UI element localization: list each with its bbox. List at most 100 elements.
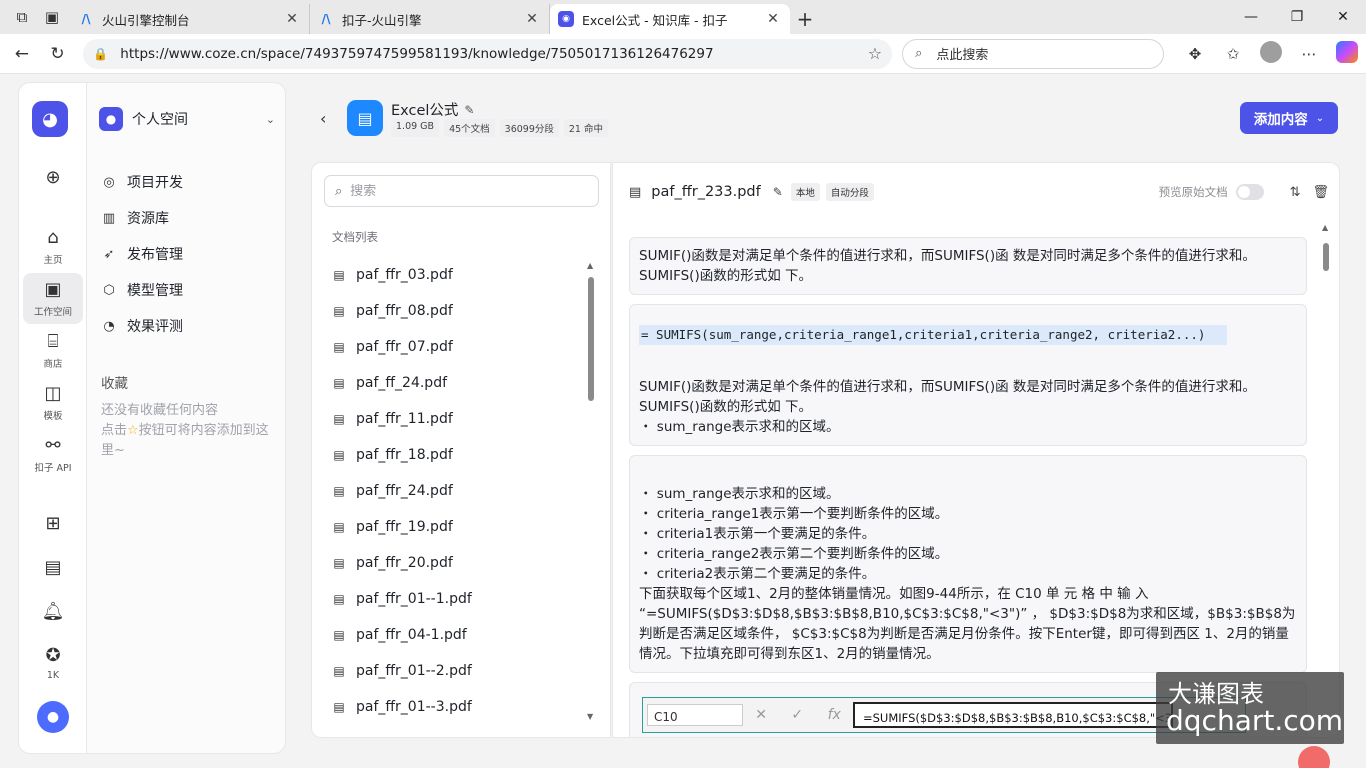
knowledge-title-text: Excel公式: [391, 103, 459, 119]
rail-item-workspace[interactable]: ▣ 工作空间: [23, 273, 83, 324]
viewer-scrollbar[interactable]: ▲: [1321, 223, 1331, 723]
doc-list-item[interactable]: ▤ paf_ffr_19.pdf: [332, 509, 582, 545]
rail-notifications-button[interactable]: 🔔︎: [19, 601, 87, 622]
rail-item-api[interactable]: ⚯ 扣子 API: [19, 435, 87, 474]
workspaces-icon[interactable]: ⧉: [10, 5, 34, 29]
file-icon: ▤: [333, 556, 345, 570]
address-bar[interactable]: 🔒 https://www.coze.cn/space/749375974759…: [83, 38, 893, 69]
doc-search-input[interactable]: [350, 183, 571, 199]
minimize-icon[interactable]: —: [1228, 9, 1274, 25]
scrollbar-thumb[interactable]: [588, 277, 594, 401]
add-content-button[interactable]: 添加内容 ⌄: [1240, 102, 1338, 134]
doc-list-scrollbar[interactable]: ▲ ▼: [586, 261, 596, 721]
rail-item-template[interactable]: ◫ 模板: [19, 383, 87, 422]
user-avatar[interactable]: ●: [19, 701, 87, 733]
doc-name: paf_ffr_19.pdf: [356, 519, 453, 535]
chunk-card[interactable]: ・ sum_range表示求和的区域。 ・ criteria_range1表示第…: [629, 455, 1307, 673]
source-badge: 本地: [790, 183, 820, 201]
browser-search-placeholder: 点此搜索: [936, 48, 989, 63]
file-icon: ▤: [333, 700, 345, 714]
restore-icon[interactable]: ❐: [1274, 9, 1320, 25]
tab-label: Excel公式 - 知识库 - 扣子: [582, 12, 728, 28]
rail-docs-button[interactable]: ▤: [19, 557, 87, 578]
browser-tab-1[interactable]: /\ 火山引擎控制台 ✕: [70, 4, 310, 34]
search-icon: ⌕: [915, 46, 923, 61]
viewer-header: ▤ paf_ffr_233.pdf ✎ 本地 自动分段 预览原始文档 ⇅ 🗑︎: [629, 181, 1329, 203]
rail-apps-button[interactable]: ⊞: [19, 513, 87, 534]
trash-icon[interactable]: 🗑︎: [1312, 185, 1329, 200]
edit-icon[interactable]: ✎: [464, 103, 474, 117]
sidebar-item-models[interactable]: ⬡ 模型管理: [101, 280, 183, 300]
sidebar-item-project-dev[interactable]: ◎ 项目开发: [101, 172, 183, 192]
browser-tab-3[interactable]: ◉ Excel公式 - 知识库 - 扣子 ✕: [550, 4, 790, 34]
close-icon[interactable]: ✕: [283, 11, 301, 27]
edit-icon[interactable]: ✎: [773, 185, 783, 199]
create-button[interactable]: ⊕: [19, 167, 87, 188]
window-controls: — ❐ ✕: [1228, 0, 1366, 34]
rail-item-home[interactable]: ⌂ 主页: [19, 227, 87, 266]
scrollbar-thumb[interactable]: [1323, 243, 1329, 271]
close-window-icon[interactable]: ✕: [1320, 9, 1366, 25]
close-icon[interactable]: ✕: [764, 11, 782, 27]
browser-toolbar: ← ↻ 🔒 https://www.coze.cn/space/74937597…: [0, 34, 1366, 74]
preview-original-toggle[interactable]: [1235, 184, 1264, 200]
favorites-icon[interactable]: ✩: [1214, 45, 1252, 63]
chevron-left-icon[interactable]: ‹: [320, 109, 326, 128]
extensions-icon[interactable]: ✥: [1176, 45, 1214, 63]
new-tab-button[interactable]: +: [790, 4, 820, 34]
reload-icon[interactable]: ↻: [40, 38, 76, 70]
sidebar-item-evaluation[interactable]: ◔ 效果评测: [101, 316, 183, 336]
favorites-empty-line: 点击: [101, 423, 128, 438]
doc-list-item[interactable]: ▤ paf_ffr_07.pdf: [332, 329, 582, 365]
scroll-up-icon[interactable]: ▲: [1322, 223, 1328, 232]
doc-list-item[interactable]: ▤ paf_ffr_04-1.pdf: [332, 617, 582, 653]
doc-list-item[interactable]: ▤ paf_ff_24.pdf: [332, 365, 582, 401]
doc-list-item[interactable]: ▤ paf_ffr_11.pdf: [332, 401, 582, 437]
scroll-down-icon[interactable]: ▼: [587, 712, 593, 721]
sidebar-item-publish[interactable]: ➶ 发布管理: [101, 244, 183, 264]
sidebar-item-label: 资源库: [127, 211, 169, 227]
doc-name: paf_ffr_01--2.pdf: [356, 663, 472, 679]
coze-logo-icon[interactable]: ◕: [32, 101, 68, 137]
file-icon: ▤: [333, 520, 345, 534]
browser-tab-2[interactable]: /\ 扣子-火山引擎 ✕: [310, 4, 550, 34]
profile-avatar[interactable]: [1252, 40, 1290, 67]
cancel-x-icon: ✕: [755, 707, 767, 723]
browser-search-box[interactable]: ⌕ 点此搜索: [902, 38, 1164, 69]
chunk-bullet: ・ criteria1表示第一个要满足的条件。: [639, 526, 876, 542]
doc-list-item[interactable]: ▤ paf_ffr_20.pdf: [332, 545, 582, 581]
settings-sliders-icon[interactable]: ⇅: [1290, 185, 1301, 200]
more-menu-icon[interactable]: ⋯: [1290, 45, 1328, 63]
file-icon: ▤: [333, 628, 345, 642]
doc-list-item[interactable]: ▤ paf_ffr_01--3.pdf: [332, 689, 582, 725]
doc-list-item[interactable]: ▤ paf_ffr_01--1.pdf: [332, 581, 582, 617]
doc-list: ▤ paf_ffr_03.pdf ▤ paf_ffr_08.pdf ▤ paf_ffr…: [332, 257, 582, 725]
excel-formula-bar: =SUMIFS($D$3:$D$8,$B$3:$B$8,B10,$C$3:$C$…: [853, 702, 1173, 728]
stat-badge: 1.09 GB: [391, 119, 440, 137]
chunk-bullet: ・ sum_range表示求和的区域。: [639, 419, 840, 435]
doc-list-item[interactable]: ▤ paf_ffr_03.pdf: [332, 257, 582, 293]
space-selector[interactable]: ● 个人空间 ⌄: [99, 107, 275, 131]
doc-list-item[interactable]: ▤ paf_ffr_24.pdf: [332, 473, 582, 509]
chunk-text: SUMIF()函数是对满足单个条件的值进行求和，而SUMIFS()函 数是对同时…: [639, 248, 1256, 284]
chunk-card[interactable]: = SUMIFS(sum_range,criteria_range1,crite…: [629, 304, 1307, 446]
doc-name: paf_ffr_18.pdf: [356, 447, 453, 463]
rail-rewards-button[interactable]: ✪ 1K: [19, 645, 87, 681]
doc-list-item[interactable]: ▤ paf_ffr_01--2.pdf: [332, 653, 582, 689]
back-arrow-icon[interactable]: ←: [4, 38, 40, 70]
chunk-card[interactable]: SUMIF()函数是对满足单个条件的值进行求和，而SUMIFS()函 数是对同时…: [629, 237, 1307, 295]
copilot-icon[interactable]: [1328, 40, 1366, 67]
stat-badge: 36099分段: [499, 119, 559, 137]
site-info-icon[interactable]: 🔒: [93, 47, 108, 61]
sidebar-item-label: 模型管理: [127, 283, 183, 299]
rail-item-store[interactable]: ⌸ 商店: [19, 331, 87, 370]
doc-name: paf_ffr_20.pdf: [356, 555, 453, 571]
doc-list-item[interactable]: ▤ paf_ffr_08.pdf: [332, 293, 582, 329]
scroll-up-icon[interactable]: ▲: [587, 261, 593, 270]
sidebar-item-label: 效果评测: [127, 319, 183, 335]
favorite-star-icon[interactable]: ☆: [868, 44, 882, 63]
sidebar-item-library[interactable]: ▥ 资源库: [101, 208, 169, 228]
tab-actions-icon[interactable]: ▣: [40, 5, 64, 29]
close-icon[interactable]: ✕: [523, 11, 541, 27]
doc-list-item[interactable]: ▤ paf_ffr_18.pdf: [332, 437, 582, 473]
